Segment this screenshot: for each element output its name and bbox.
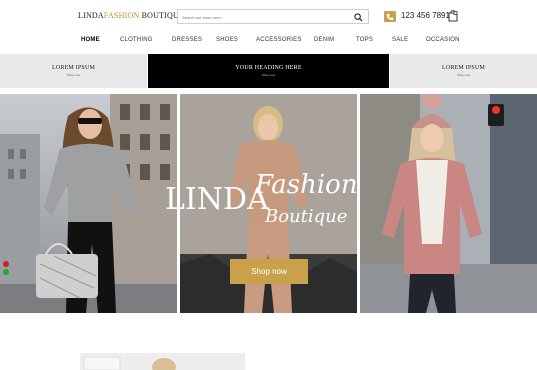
phone-number[interactable]: 123 456 7891: [401, 11, 450, 20]
nav-item-shoes[interactable]: SHOES: [216, 37, 238, 43]
promo-banner-right[interactable]: LOREM IPSUM Shop now: [390, 54, 537, 88]
search-bar: [177, 9, 369, 24]
nav-item-home[interactable]: HOME: [81, 37, 100, 43]
promo-subtitle: Shop now: [261, 73, 276, 77]
promo-banner-center[interactable]: YOUR HEADING HERE Shop now: [148, 54, 389, 88]
below-fold-section: [0, 313, 537, 370]
phone-icon: [384, 11, 396, 22]
site-header: LINDAFASHION BOUTIQUE 123 456 7891: [0, 0, 537, 32]
search-input[interactable]: [182, 12, 348, 22]
hero-banner: LINDA Fashion Boutique Shop now: [0, 94, 537, 313]
hero-brand-linda: LINDA: [165, 182, 269, 217]
hero-image-left[interactable]: [0, 94, 177, 313]
promo-title: YOUR HEADING HERE: [235, 65, 302, 71]
main-navigation: HOME CLOTHING DRESSES SHOES ACCESSORIES …: [0, 33, 537, 50]
nav-item-tops[interactable]: TOPS: [356, 37, 373, 43]
nav-item-sale[interactable]: SALE: [392, 37, 408, 43]
promo-title: LOREM IPSUM: [441, 65, 486, 71]
promo-subtitle: Shop now: [66, 73, 81, 77]
nav-item-occasion[interactable]: OCCASION: [426, 37, 460, 43]
nav-item-clothing[interactable]: CLOTHING: [120, 37, 153, 43]
hero-brand-fashion: Fashion: [255, 170, 358, 200]
promo-title: LOREM IPSUM: [51, 65, 96, 71]
hero-brand-logo: LINDA Fashion Boutique: [165, 170, 375, 244]
logo-text-linda: LINDA: [78, 11, 104, 20]
promo-banner-left[interactable]: LOREM IPSUM Shop now: [0, 54, 147, 88]
hero-image-right[interactable]: [360, 94, 537, 313]
shop-now-button[interactable]: Shop now: [230, 259, 308, 284]
search-icon[interactable]: [354, 13, 363, 22]
nav-item-denim[interactable]: DENIM: [314, 37, 334, 43]
product-thumbnail-strip[interactable]: [80, 353, 245, 370]
site-logo[interactable]: LINDAFASHION BOUTIQUE: [78, 11, 184, 22]
logo-text-fashion: FASHION: [103, 11, 140, 20]
promo-subtitle: Shop now: [456, 73, 471, 77]
nav-item-dresses[interactable]: DRESSES: [172, 37, 202, 43]
shopping-bag-icon[interactable]: [448, 10, 458, 22]
hero-brand-boutique: Boutique: [265, 206, 348, 227]
nav-item-accessories[interactable]: ACCESSORIES: [256, 37, 302, 43]
